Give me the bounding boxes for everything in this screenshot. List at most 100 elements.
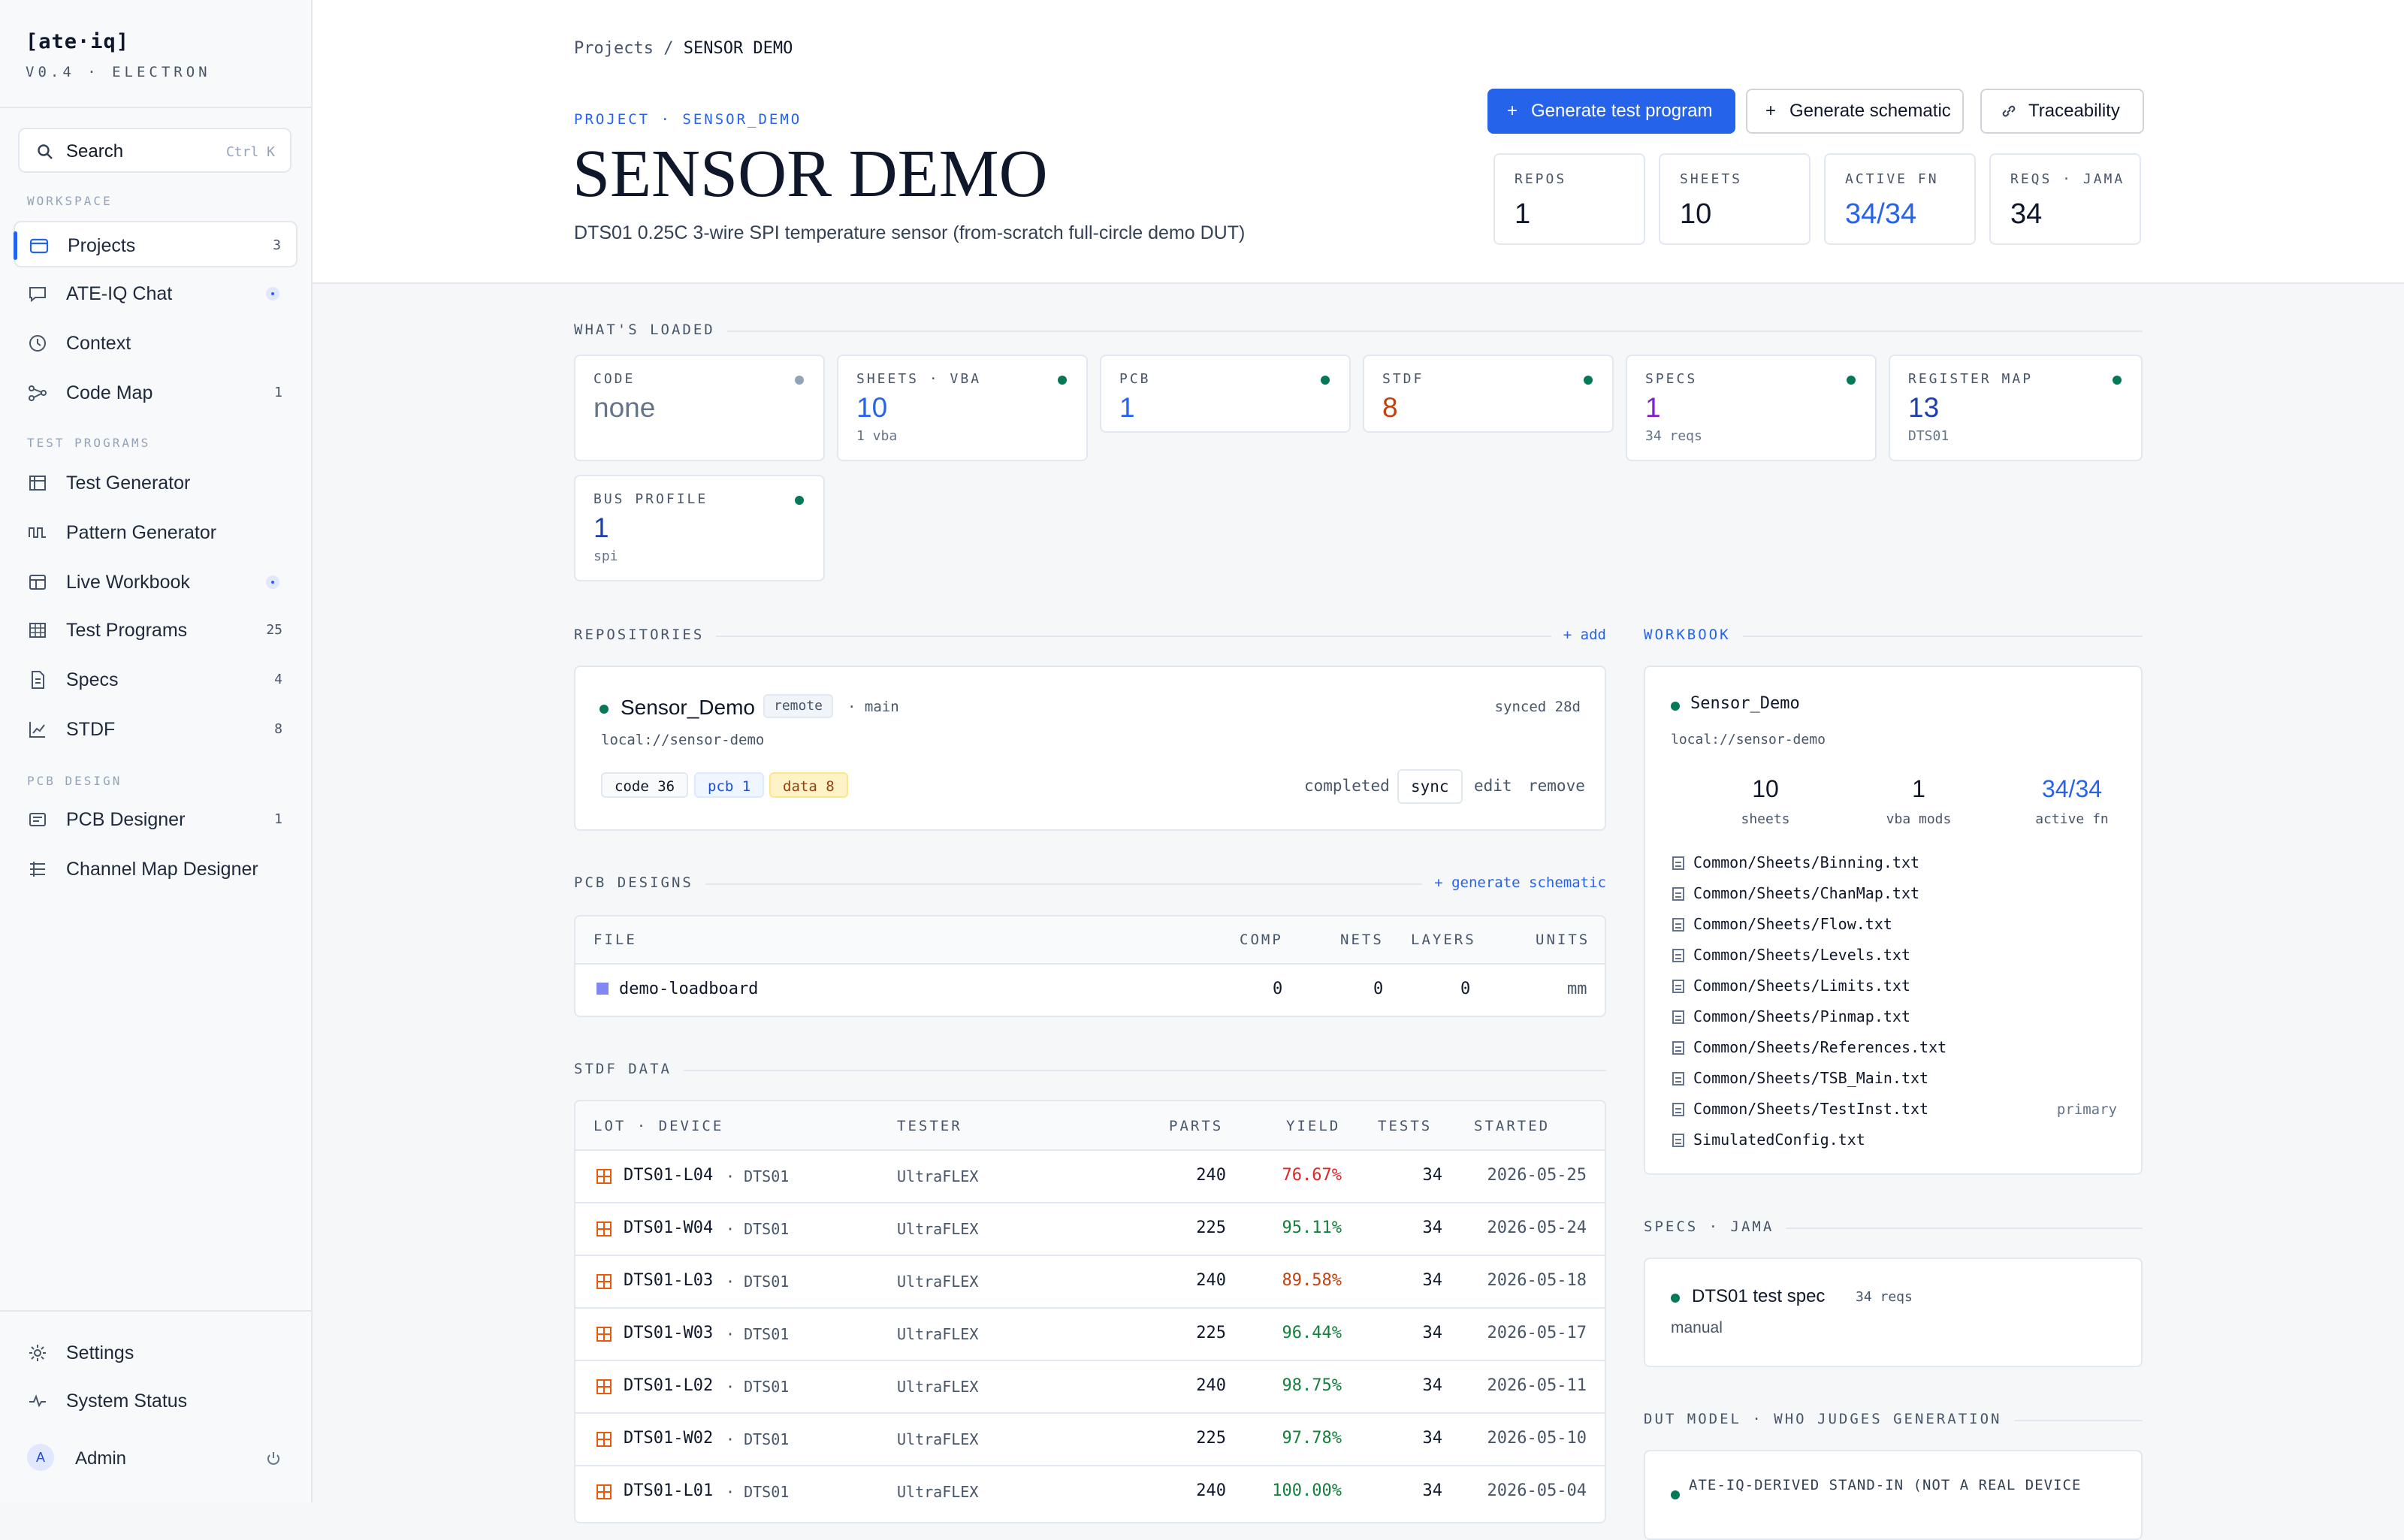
sidebar-divider bbox=[0, 107, 311, 108]
remove-link[interactable]: remove bbox=[1528, 777, 1585, 795]
table-header bbox=[575, 1101, 1605, 1149]
card-value: none bbox=[593, 392, 656, 423]
file-list-item[interactable]: Common/Sheets/Flow.txt bbox=[1645, 910, 2141, 938]
search-box[interactable]: Search Ctrl K bbox=[18, 128, 291, 173]
file-list-item[interactable]: Common/Sheets/ChanMap.txt bbox=[1645, 880, 2141, 907]
status-dot bbox=[599, 705, 609, 714]
chat-icon bbox=[29, 287, 46, 303]
file-list-item[interactable]: Common/Sheets/Binning.txt bbox=[1645, 849, 2141, 876]
power-icon[interactable] bbox=[264, 1450, 282, 1468]
sidebar-item-label: Test Generator bbox=[66, 473, 191, 494]
sidebar-item-live-workbook[interactable]: Live Workbook bbox=[14, 559, 297, 605]
link-icon bbox=[2002, 105, 2016, 117]
breadcrumb-root[interactable]: Projects bbox=[574, 39, 654, 58]
table-row[interactable]: DTS01-L02 · DTS01 UltraFLEX 240 98.75% 34 2026… bbox=[575, 1361, 1605, 1414]
tester: UltraFLEX bbox=[897, 1273, 979, 1291]
status-dot bbox=[1671, 1490, 1680, 1499]
sidebar-item-channel-map-designer[interactable]: Channel Map Designer bbox=[14, 846, 297, 892]
loaded-card-register-map[interactable]: REGISTER MAP 13 DTS01 bbox=[1889, 355, 2143, 461]
repo-name[interactable]: Sensor_Demo bbox=[621, 696, 755, 720]
file-icon bbox=[1672, 856, 1684, 870]
generate-schematic-link[interactable]: + generate schematic bbox=[1422, 874, 1606, 891]
file-list-item[interactable]: Common/Sheets/Limits.txt bbox=[1645, 972, 2141, 999]
repo-status: completed bbox=[1304, 777, 1390, 795]
loaded-card-bus-profile[interactable]: BUS PROFILE 1 spi bbox=[574, 475, 825, 581]
sidebar-item-context[interactable]: Context bbox=[14, 320, 297, 367]
device-id: · DTS01 bbox=[726, 1430, 790, 1448]
file-list-item[interactable]: Common/Sheets/References.txt bbox=[1645, 1034, 2141, 1061]
sidebar-item-code-map[interactable]: Code Map 1 bbox=[14, 370, 297, 416]
breadcrumb-current: SENSOR DEMO bbox=[683, 39, 793, 58]
sidebar-item-system-status[interactable]: System Status bbox=[14, 1378, 297, 1424]
file-icon bbox=[1672, 980, 1684, 993]
stat-label: ACTIVE FN bbox=[1845, 171, 1939, 187]
data-tag: data 8 bbox=[769, 772, 848, 798]
add-repo-link[interactable]: + add bbox=[1551, 627, 1606, 643]
tests: 34 bbox=[1422, 1481, 1443, 1500]
parts: 240 bbox=[1196, 1481, 1226, 1500]
loaded-card-stdf[interactable]: STDF 8 bbox=[1363, 355, 1614, 433]
spec-card[interactable]: DTS01 test spec 34 reqs manual bbox=[1644, 1258, 2143, 1367]
section-rule bbox=[574, 1070, 1606, 1071]
table-row[interactable]: DTS01-W04 · DTS01 UltraFLEX 225 95.11% 34 2026… bbox=[575, 1203, 1605, 1256]
file-list-item[interactable]: Common/Sheets/Pinmap.txt bbox=[1645, 1003, 2141, 1030]
file-list-item[interactable]: Common/Sheets/TestInst.txt primary bbox=[1645, 1095, 2141, 1122]
traceability-button[interactable]: Traceability bbox=[1980, 89, 2144, 134]
sidebar-item-specs[interactable]: Specs 4 bbox=[14, 657, 297, 703]
sync-button[interactable]: sync bbox=[1397, 769, 1463, 804]
sidebar-item-label: Channel Map Designer bbox=[66, 859, 258, 880]
file-list-item[interactable]: SimulatedConfig.txt bbox=[1645, 1126, 2141, 1153]
workbook-stat-value: 34/34 bbox=[2041, 775, 2103, 802]
loaded-card-specs[interactable]: SPECS 1 34 reqs bbox=[1626, 355, 1877, 461]
file-list-item[interactable]: Common/Sheets/Levels.txt bbox=[1645, 941, 2141, 968]
status-dot bbox=[1847, 376, 1856, 385]
settings-label: Settings bbox=[66, 1342, 134, 1363]
section-title: REPOSITORIES bbox=[574, 627, 717, 643]
button-label: Traceability bbox=[2028, 101, 2120, 121]
loaded-card-pcb[interactable]: PCB 1 bbox=[1100, 355, 1351, 433]
sidebar-item-stdf[interactable]: STDF 8 bbox=[14, 706, 297, 753]
sidebar-item-chat[interactable]: ATE-IQ Chat bbox=[14, 270, 297, 317]
table-row[interactable]: demo-loadboard 0 0 0 mm bbox=[575, 965, 1605, 1014]
stat-value: 34 bbox=[2010, 198, 2043, 230]
section-workbook: WORKBOOK bbox=[1644, 627, 2143, 645]
file-name: Common/Sheets/Levels.txt bbox=[1693, 946, 1910, 964]
sidebar-item-pattern-generator[interactable]: Pattern Generator bbox=[14, 509, 297, 556]
table-row[interactable]: DTS01-L04 · DTS01 UltraFLEX 240 76.67% 34 2026… bbox=[575, 1151, 1605, 1203]
section-title: WHAT'S LOADED bbox=[574, 322, 727, 338]
sidebar-bottom-divider bbox=[0, 1310, 311, 1312]
workbook-name[interactable]: Sensor_Demo bbox=[1690, 694, 1800, 713]
sidebar-item-count: 1 bbox=[274, 385, 282, 400]
sidebar-item-count: 3 bbox=[273, 237, 281, 253]
file-icon bbox=[1672, 949, 1684, 962]
column-header: NETS bbox=[1340, 932, 1384, 948]
file-list-item[interactable]: Common/Sheets/TSB_Main.txt bbox=[1645, 1064, 2141, 1092]
board-file-icon bbox=[596, 983, 609, 995]
sidebar-item-test-programs[interactable]: Test Programs 25 bbox=[14, 607, 297, 654]
file-name: Common/Sheets/Binning.txt bbox=[1693, 853, 1920, 871]
sidebar-item-test-generator[interactable]: Test Generator bbox=[14, 460, 297, 506]
avatar[interactable]: A bbox=[27, 1444, 54, 1471]
pcb-layers: 0 bbox=[1460, 980, 1471, 998]
tester: UltraFLEX bbox=[897, 1483, 979, 1501]
edit-link[interactable]: edit bbox=[1474, 777, 1512, 795]
sidebar-item-label: Context bbox=[66, 333, 131, 354]
sidebar-item-projects[interactable]: Projects 3 bbox=[14, 221, 297, 267]
loaded-card-code[interactable]: CODE none bbox=[574, 355, 825, 461]
table-row[interactable]: DTS01-W03 · DTS01 UltraFLEX 225 96.44% 34 2026… bbox=[575, 1309, 1605, 1361]
yield: 97.78% bbox=[1282, 1429, 1342, 1448]
file-icon bbox=[1672, 1041, 1684, 1055]
sidebar-item-pcb-designer[interactable]: PCB Designer 1 bbox=[14, 796, 297, 843]
app-version: V0.4 · ELECTRON bbox=[26, 64, 211, 80]
table-row[interactable]: DTS01-L03 · DTS01 UltraFLEX 240 89.58% 34 2026… bbox=[575, 1256, 1605, 1309]
generate-test-program-button[interactable]: + Generate test program bbox=[1487, 89, 1735, 134]
table-row[interactable]: DTS01-L01 · DTS01 UltraFLEX 240 100.00% 34 202… bbox=[575, 1466, 1605, 1519]
sidebar-item-settings[interactable]: Settings bbox=[14, 1330, 297, 1376]
section-title: SPECS · JAMA bbox=[1644, 1218, 1786, 1235]
loaded-card-sheets-vba[interactable]: SHEETS · VBA 10 1 vba bbox=[837, 355, 1088, 461]
pulse-icon bbox=[29, 1394, 46, 1408]
generate-schematic-button[interactable]: + Generate schematic bbox=[1746, 89, 1964, 134]
workbook-stat-value: 10 bbox=[1752, 775, 1779, 802]
file-icon bbox=[1672, 1010, 1684, 1024]
table-row[interactable]: DTS01-W02 · DTS01 UltraFLEX 225 97.78% 34 2026… bbox=[575, 1414, 1605, 1466]
